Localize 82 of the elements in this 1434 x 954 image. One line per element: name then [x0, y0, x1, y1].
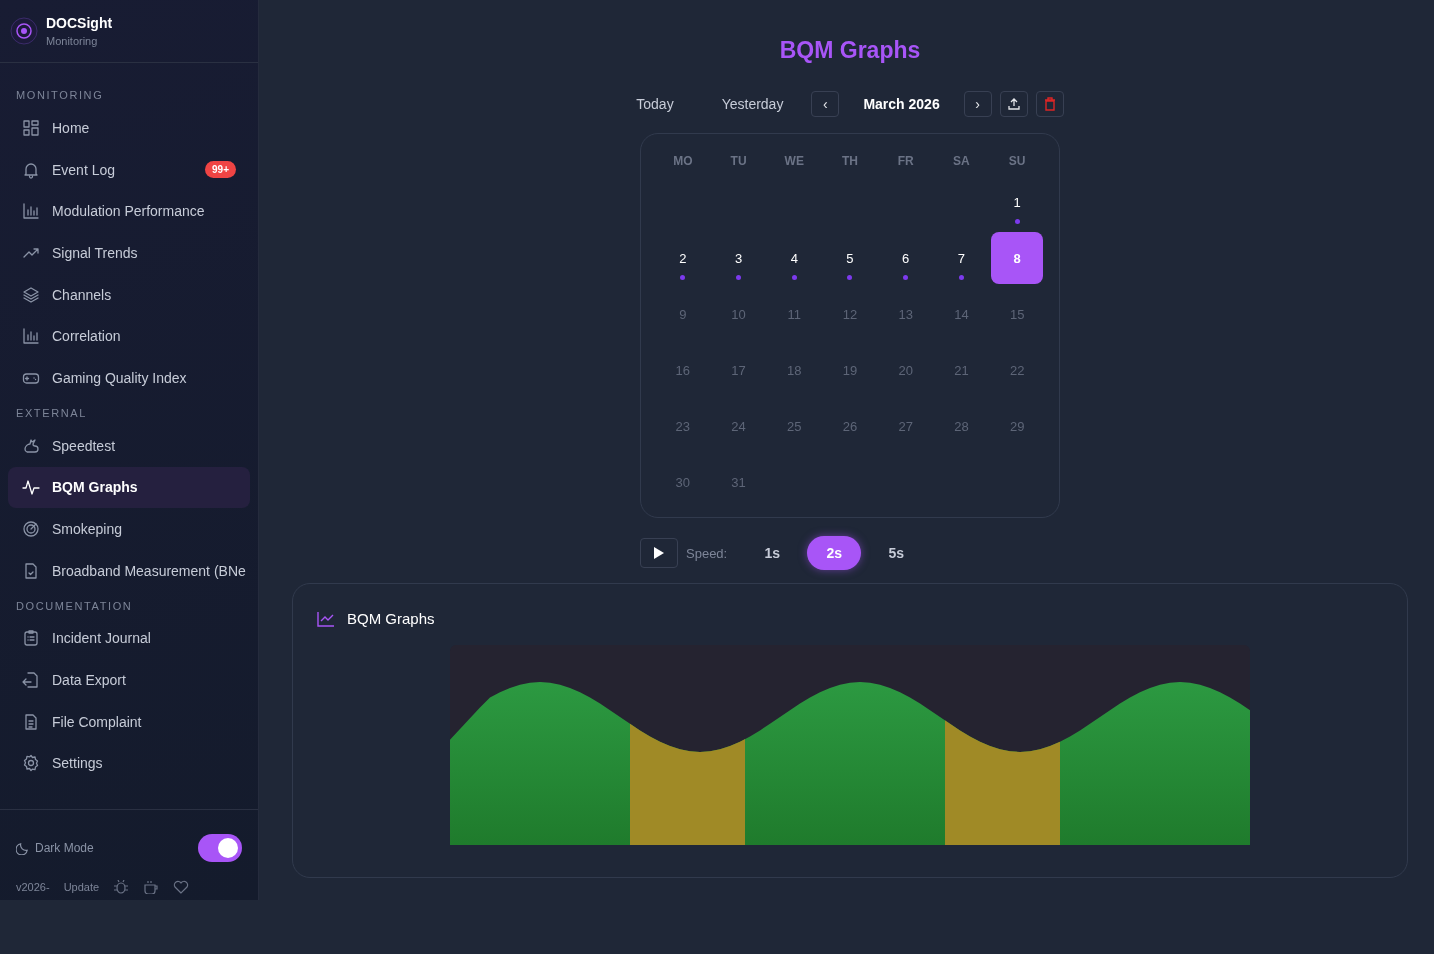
nav-item[interactable]: Broadband Measurement (BNe [8, 549, 250, 592]
weekday-label: SU [1007, 154, 1027, 168]
month-label: March 2026 [863, 96, 940, 112]
dark-mode-toggle[interactable] [198, 834, 242, 862]
speed-option[interactable]: 1s [745, 536, 800, 570]
filecheck-icon [22, 561, 40, 580]
calendar-day[interactable]: 4 [768, 232, 821, 284]
radar-icon [22, 520, 40, 539]
calendar-day[interactable]: 6 [879, 232, 932, 284]
nav-item[interactable]: Speedtest [8, 424, 250, 467]
data-dot [903, 275, 909, 280]
nav-item[interactable]: Smokeping [8, 508, 250, 550]
nav-item[interactable]: Gaming Quality Index [8, 357, 250, 399]
file-icon [22, 712, 40, 731]
data-dot [847, 275, 853, 280]
app-subtitle: Monitoring [46, 35, 99, 47]
nav-item[interactable]: Correlation [8, 315, 250, 358]
cup-icon[interactable] [143, 880, 160, 894]
data-dot [958, 275, 964, 280]
grid-icon [22, 118, 40, 137]
nav-item[interactable]: BQM Graphs [8, 466, 250, 509]
quick-date-link[interactable]: Yesterday [721, 96, 784, 112]
calendar-day[interactable]: 5 [824, 232, 876, 284]
weekday-label: FR [896, 154, 915, 168]
nav-item[interactable]: Channels [8, 273, 250, 316]
calendar-day[interactable]: 3 [712, 232, 765, 284]
upload-button[interactable] [999, 91, 1028, 117]
layers-icon [22, 285, 40, 304]
logo-icon [10, 17, 38, 45]
app-name: DOCSight [46, 15, 113, 31]
quick-date-link[interactable]: Today [636, 96, 674, 112]
graph-title: BQM Graphs [347, 610, 435, 627]
nav-item[interactable]: File Complaint [8, 700, 250, 743]
weekday-label: MO [672, 154, 694, 168]
play-icon [654, 547, 664, 559]
data-dot [1014, 219, 1020, 224]
delete-button[interactable] [1035, 91, 1064, 117]
weekday-label: TU [729, 154, 748, 168]
nav-item[interactable]: Event Log 99+ [8, 148, 250, 191]
section-heading: MONITORING [15, 88, 105, 103]
pulse-icon [22, 478, 40, 497]
speed-label: Speed: [686, 545, 728, 561]
count-badge: 99+ [205, 161, 236, 179]
nav-item[interactable]: Signal Trends [8, 232, 250, 274]
section-heading: EXTERNAL [15, 405, 88, 421]
upload-icon [1006, 97, 1021, 111]
clipboard-icon [22, 629, 40, 648]
calendar-day[interactable]: 1 [991, 176, 1044, 228]
speed-option[interactable]: 2s [807, 536, 862, 570]
section-heading: DOCUMENTATION [15, 598, 134, 614]
bug-icon[interactable] [113, 880, 130, 894]
nav-item[interactable]: Incident Journal [8, 617, 250, 660]
calendar-day[interactable]: 8 [991, 232, 1044, 284]
line-chart-icon [317, 610, 335, 627]
heart-icon[interactable] [173, 880, 190, 894]
data-dot [680, 275, 686, 280]
nav-item[interactable]: Home [8, 107, 250, 149]
calendar-day[interactable]: 7 [935, 232, 988, 284]
nav-item[interactable]: Settings [8, 742, 250, 785]
gear-icon [22, 754, 40, 773]
nav-item[interactable]: Modulation Performance [8, 190, 250, 233]
calendar-day[interactable]: 2 [656, 232, 709, 284]
data-dot [791, 275, 797, 280]
dark-mode-label: Dark Mode [35, 841, 95, 855]
bell-icon [22, 160, 40, 179]
play-button[interactable] [640, 538, 678, 568]
nav-item[interactable]: Data Export [8, 659, 250, 701]
previous-month-button[interactable]: ‹ [811, 91, 840, 117]
trash-icon [1042, 97, 1057, 111]
weekday-label: SA [952, 154, 971, 168]
update-link[interactable]: Update [63, 881, 100, 893]
weekday-label: TH [841, 154, 859, 168]
speed-option[interactable]: 5s [869, 536, 924, 570]
moon-icon [16, 841, 29, 855]
export-icon [22, 671, 40, 690]
data-dot [736, 275, 742, 280]
page-title: BQM Graphs [779, 37, 921, 64]
weekday-label: WE [783, 154, 805, 168]
next-month-button[interactable]: › [963, 91, 992, 117]
bars-icon [22, 202, 40, 221]
bars-icon [22, 327, 40, 346]
version-text: v2026- [16, 881, 50, 893]
